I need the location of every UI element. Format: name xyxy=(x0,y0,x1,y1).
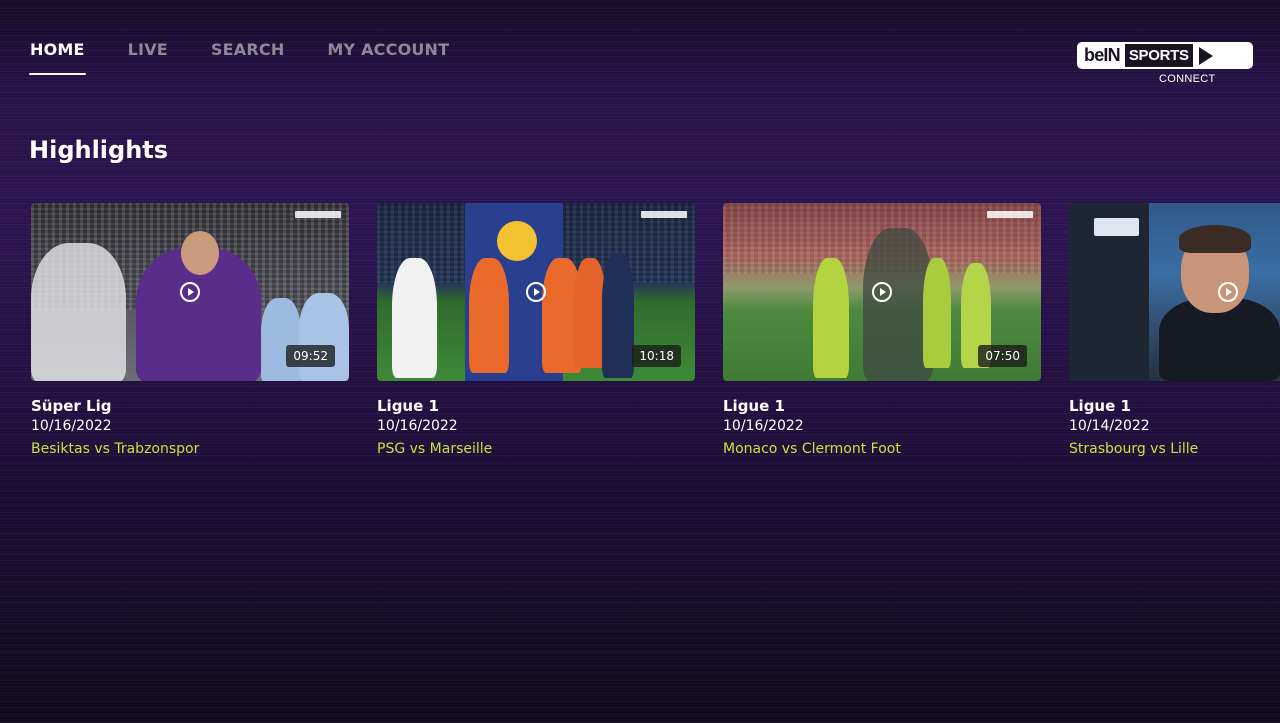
highlight-card[interactable]: 09:52 Süper Lig 10/16/2022 Besiktas vs T… xyxy=(31,203,349,458)
card-match: PSG vs Marseille xyxy=(377,441,493,457)
thumbnail-referee xyxy=(469,258,509,373)
broadcast-bug xyxy=(295,211,341,218)
card-date: 10/14/2022 xyxy=(1069,418,1150,434)
league-logo-shape xyxy=(497,221,537,261)
highlight-card[interactable]: Ligue 1 10/14/2022 Strasbourg vs Lille xyxy=(1069,203,1280,458)
main-nav: HOME LIVE SEARCH MY ACCOUNT xyxy=(29,40,492,76)
card-league: Süper Lig xyxy=(31,397,112,415)
card-league: Ligue 1 xyxy=(723,397,785,415)
duration-badge: 07:50 xyxy=(978,345,1027,367)
duration-badge: 09:52 xyxy=(286,345,335,367)
section-title: Highlights xyxy=(29,136,169,164)
thumbnail-coach-hair xyxy=(1179,225,1251,253)
play-circle-icon[interactable] xyxy=(180,282,200,302)
play-circle-icon[interactable] xyxy=(872,282,892,302)
broadcast-bug xyxy=(987,211,1033,218)
thumbnail-referee xyxy=(813,258,849,378)
card-date: 10/16/2022 xyxy=(31,418,112,434)
play-circle-icon[interactable] xyxy=(1218,282,1238,302)
thumbnail-figure xyxy=(299,293,349,381)
card-match: Besiktas vs Trabzonspor xyxy=(31,441,200,457)
logo-brand-text: beIN xyxy=(1084,45,1121,65)
card-date: 10/16/2022 xyxy=(723,418,804,434)
broadcast-bug xyxy=(641,211,687,218)
nav-item-my-account[interactable]: MY ACCOUNT xyxy=(327,40,449,76)
bein-sports-connect-logo: beIN SPORTS CONNECT xyxy=(1077,42,1253,88)
duration-badge: 10:18 xyxy=(632,345,681,367)
play-circle-icon[interactable] xyxy=(526,282,546,302)
video-thumbnail[interactable]: 10:18 xyxy=(377,203,695,381)
thumbnail-figure xyxy=(261,298,301,381)
nav-item-search[interactable]: SEARCH xyxy=(211,40,285,76)
thumbnail-player xyxy=(602,253,634,378)
logo-sports-text: SPORTS xyxy=(1124,44,1193,67)
thumbnail-player xyxy=(392,258,437,378)
nav-item-label: MY ACCOUNT xyxy=(327,40,450,59)
thumbnail-figure xyxy=(31,243,126,381)
card-match: Strasbourg vs Lille xyxy=(1069,441,1199,457)
highlight-card[interactable]: 07:50 Ligue 1 10/16/2022 Monaco vs Clerm… xyxy=(723,203,1041,458)
nav-item-label: LIVE xyxy=(127,40,168,59)
highlight-card[interactable]: 10:18 Ligue 1 10/16/2022 PSG vs Marseill… xyxy=(377,203,695,458)
logo-badge: beIN SPORTS xyxy=(1077,42,1253,69)
active-tab-underline xyxy=(29,73,86,75)
logo-play-icon xyxy=(1198,46,1213,65)
thumbnail-referee xyxy=(923,258,951,368)
nav-item-label: HOME xyxy=(30,40,85,59)
card-date: 10/16/2022 xyxy=(377,418,458,434)
card-league: Ligue 1 xyxy=(377,397,439,415)
nav-item-label: SEARCH xyxy=(210,40,285,59)
nav-item-home[interactable]: HOME xyxy=(29,40,86,76)
card-match: Monaco vs Clermont Foot xyxy=(723,441,901,457)
video-thumbnail[interactable] xyxy=(1069,203,1280,381)
card-league: Ligue 1 xyxy=(1069,397,1131,415)
thumbnail-sign xyxy=(1094,218,1139,236)
video-thumbnail[interactable]: 07:50 xyxy=(723,203,1041,381)
video-thumbnail[interactable]: 09:52 xyxy=(31,203,349,381)
logo-tagline: CONNECT xyxy=(1159,73,1216,85)
nav-item-live[interactable]: LIVE xyxy=(128,40,168,76)
thumbnail-player-head xyxy=(181,231,219,275)
